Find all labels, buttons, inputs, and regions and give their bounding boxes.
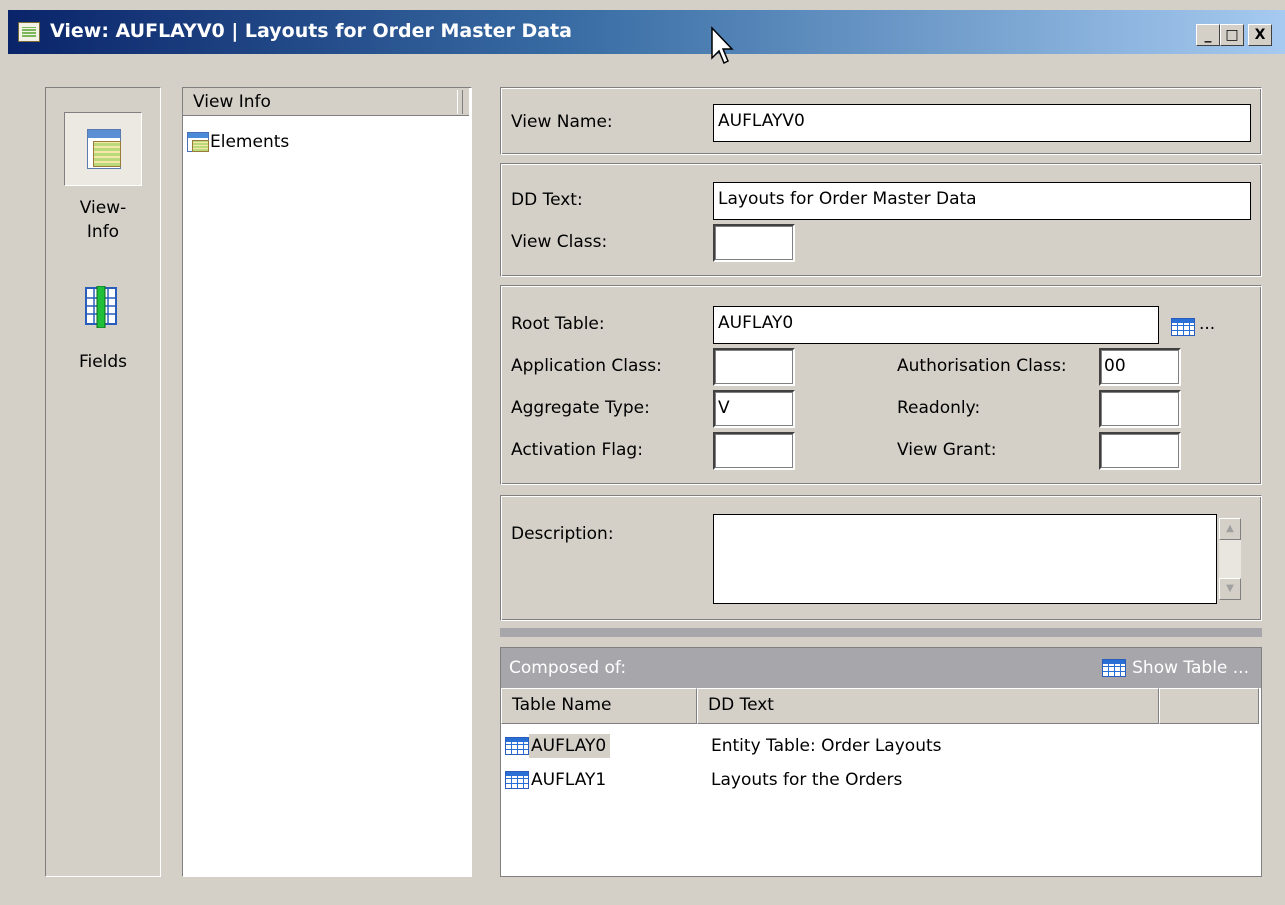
dd-text-group: DD Text: Layouts for Order Master Data V… <box>500 163 1262 277</box>
table-grid-icon <box>505 771 529 789</box>
tree-item-label: Elements <box>210 132 290 152</box>
table-grid-icon <box>1102 659 1127 677</box>
activation-flag-field[interactable] <box>713 432 795 470</box>
minimize-button[interactable]: _ <box>1196 24 1220 46</box>
aggregate-type-label: Aggregate Type: <box>511 398 650 418</box>
close-button[interactable]: X <box>1248 24 1272 46</box>
authorisation-class-field[interactable]: 00 <box>1099 348 1181 386</box>
readonly-label: Readonly: <box>897 398 981 418</box>
table-row[interactable]: AUFLAY0 Entity Table: Order Layouts <box>505 734 942 758</box>
root-table-more-button[interactable]: ... <box>1199 314 1215 334</box>
maximize-button[interactable]: □ <box>1220 24 1244 46</box>
composed-of-panel: Composed of: Show Table ... Table Name D… <box>500 647 1262 877</box>
root-table-field[interactable]: AUFLAY0 <box>713 306 1159 344</box>
column-header-empty <box>1159 688 1259 724</box>
scroll-up-icon[interactable]: ▲ <box>1219 518 1241 540</box>
show-table-label: Show Table ... <box>1132 658 1249 678</box>
splitter[interactable] <box>500 628 1262 637</box>
composed-of-title: Composed of: <box>509 658 627 678</box>
tree-pane: View Info Elements <box>182 87 472 877</box>
nav-view-info-button[interactable] <box>64 112 142 186</box>
root-table-label: Root Table: <box>511 314 605 334</box>
nav-view-info-label-line2: Info <box>86 222 120 242</box>
view-class-field[interactable] <box>713 224 795 262</box>
composed-of-header: Composed of: Show Table ... <box>501 648 1261 688</box>
column-header-dd-text[interactable]: DD Text <box>697 688 1159 724</box>
column-header-table-name[interactable]: Table Name <box>501 688 697 724</box>
description-label: Description: <box>511 524 614 544</box>
dd-text-label: DD Text: <box>511 190 583 210</box>
view-name-field[interactable]: AUFLAYV0 <box>713 104 1251 142</box>
show-table-button[interactable]: Show Table ... <box>1102 658 1249 678</box>
mouse-cursor-icon <box>711 26 734 65</box>
view-icon <box>18 22 40 42</box>
nav-fields-label[interactable]: Fields <box>46 350 160 374</box>
fields-icon[interactable] <box>84 286 120 328</box>
view-grant-label: View Grant: <box>897 440 997 460</box>
description-group: Description: ▲ ▼ <box>500 495 1262 621</box>
aggregate-type-field[interactable]: V <box>713 390 795 428</box>
description-scrollbar[interactable]: ▲ ▼ <box>1219 518 1241 600</box>
table-icon <box>187 132 209 152</box>
view-grant-field[interactable] <box>1099 432 1181 470</box>
activation-flag-label: Activation Flag: <box>511 440 643 460</box>
view-class-label: View Class: <box>511 232 608 252</box>
view-info-icon <box>87 129 121 169</box>
dd-text-cell: Layouts for the Orders <box>711 770 903 790</box>
application-class-field[interactable] <box>713 348 795 386</box>
table-name-cell: AUFLAY1 <box>531 770 607 790</box>
nav-pane: View- Info Fields <box>45 87 161 877</box>
nav-view-info-label[interactable]: View- Info <box>46 196 160 244</box>
table-name-cell: AUFLAY0 <box>529 734 611 758</box>
description-field[interactable] <box>713 514 1217 604</box>
view-name-label: View Name: <box>511 112 613 132</box>
view-name-group: View Name: AUFLAYV0 <box>500 87 1262 155</box>
dd-text-cell: Entity Table: Order Layouts <box>711 736 942 756</box>
authorisation-class-label: Authorisation Class: <box>897 356 1067 376</box>
scroll-down-icon[interactable]: ▼ <box>1219 578 1241 600</box>
tree-item-elements[interactable]: Elements <box>187 132 289 152</box>
application-class-label: Application Class: <box>511 356 662 376</box>
tree-header[interactable]: View Info <box>183 88 469 116</box>
table-lookup-icon[interactable] <box>1171 318 1195 336</box>
window-title: View: AUFLAYV0 | Layouts for Order Maste… <box>50 20 573 42</box>
table-grid-icon <box>505 737 529 755</box>
root-table-group: Root Table: AUFLAY0 ... Application Clas… <box>500 285 1262 485</box>
table-row[interactable]: AUFLAY1 Layouts for the Orders <box>505 768 902 792</box>
nav-view-info-label-line1: View- <box>79 198 127 218</box>
readonly-field[interactable] <box>1099 390 1181 428</box>
dd-text-field[interactable]: Layouts for Order Master Data <box>713 182 1251 220</box>
title-bar: View: AUFLAYV0 | Layouts for Order Maste… <box>8 10 1285 54</box>
